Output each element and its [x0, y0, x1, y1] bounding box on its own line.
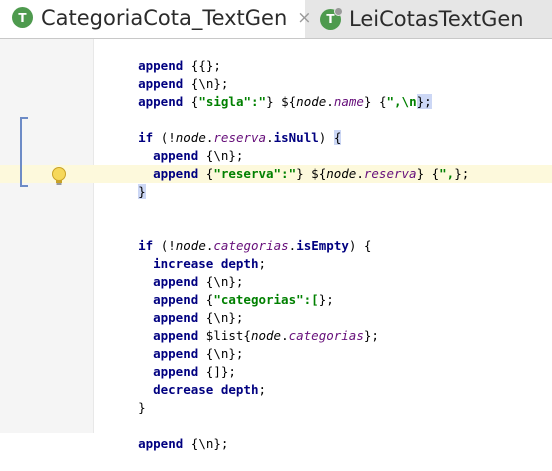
code-line[interactable]: append {]}; [123, 345, 236, 379]
code-line[interactable]: append {"reserva":"} ${node.reserva} {",… [123, 147, 469, 181]
modified-dot-icon [334, 6, 343, 16]
lightbulb-icon[interactable] [50, 166, 68, 188]
code-line[interactable]: append {\n}; [123, 291, 243, 325]
tab-label: CategoriaCota_TextGen [41, 5, 288, 30]
code-line[interactable]: append {"categorias":[}; [123, 273, 334, 307]
code-line[interactable]: append {{}; [108, 39, 221, 73]
textgen-file-icon: T [12, 7, 33, 28]
code-line[interactable]: append {\n}; [108, 417, 228, 451]
code-line[interactable]: } [108, 381, 146, 415]
code-line[interactable]: append {\n}; [123, 327, 243, 361]
code-line[interactable]: increase depth; [123, 237, 266, 271]
scope-bracket-icon [20, 117, 28, 187]
tab-leicotas-textgen[interactable]: T LeiCotasTextGen [306, 0, 552, 38]
code-line[interactable]: append $list{node.categorias}; [123, 309, 379, 343]
code-line[interactable]: decrease depth; [123, 363, 266, 397]
editor-tab-bar: T CategoriaCota_TextGen × T LeiCotasText… [0, 0, 552, 39]
code-line[interactable]: append {\n}; [108, 57, 228, 91]
code-line[interactable]: append {\n}; [123, 129, 243, 163]
tab-label: LeiCotasTextGen [349, 7, 524, 31]
code-line[interactable]: } [108, 165, 146, 199]
code-editor[interactable]: append {{}; append {\n}; append {"sigla"… [0, 39, 552, 451]
textgen-file-icon: T [320, 6, 343, 30]
code-line[interactable]: if (!node.categorias.isEmpty) { [108, 219, 371, 253]
code-line[interactable]: append {"sigla":"} ${node.name} {",\n}; [108, 75, 432, 109]
code-line[interactable]: append {\n}; [123, 255, 243, 289]
tab-categoriacota-textgen[interactable]: T CategoriaCota_TextGen × [0, 0, 312, 38]
code-line[interactable]: if (!node.reserva.isNull) { [108, 111, 342, 145]
